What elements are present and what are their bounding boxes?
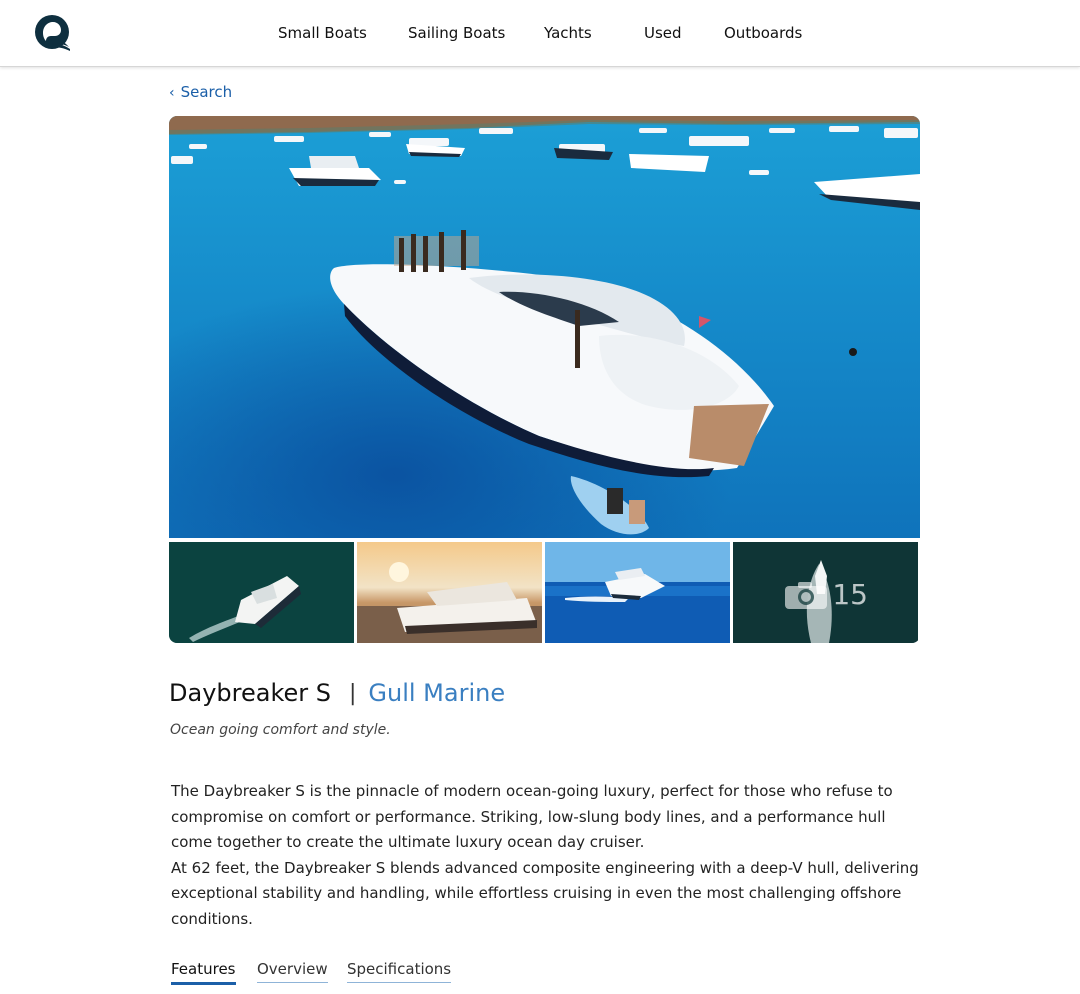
nav-sailing-boats[interactable]: Sailing Boats — [408, 24, 505, 42]
tab-overview[interactable]: Overview — [257, 960, 328, 983]
nav-yachts[interactable]: Yachts — [544, 24, 592, 42]
product-title-row: Daybreaker S | Gull Marine — [169, 676, 505, 710]
nav-used[interactable]: Used — [644, 24, 682, 42]
tab-features[interactable]: Features — [171, 960, 236, 985]
description-paragraph-1: The Daybreaker S is the pinnacle of mode… — [171, 782, 893, 852]
gallery-thumbnail-4[interactable]: 15 — [733, 542, 918, 643]
product-tagline: Ocean going comfort and style. — [170, 722, 391, 738]
product-name: Daybreaker S — [169, 679, 331, 707]
title-separator: | — [348, 680, 357, 706]
camera-icon — [785, 581, 828, 609]
chevron-left-icon: ‹ — [169, 85, 175, 101]
back-link-label: Search — [180, 83, 233, 101]
brand-link[interactable]: Gull Marine — [368, 679, 505, 707]
more-photos-overlay[interactable]: 15 — [784, 578, 868, 611]
nav-outboards[interactable]: Outboards — [724, 24, 802, 42]
back-to-search-link[interactable]: ‹ Search — [169, 83, 232, 101]
gallery-thumbnail-2[interactable] — [357, 542, 542, 643]
product-description: The Daybreaker S is the pinnacle of mode… — [171, 779, 931, 933]
photo-gallery: 15 — [169, 116, 920, 643]
description-paragraph-2: At 62 feet, the Daybreaker S blends adva… — [171, 858, 919, 928]
tab-specifications[interactable]: Specifications — [347, 960, 452, 983]
gallery-thumbnail-1[interactable] — [169, 542, 354, 643]
main-nav: Small Boats Sailing Boats Yachts Used Ou… — [0, 24, 1080, 46]
hero-image[interactable] — [169, 116, 920, 538]
site-header: Small Boats Sailing Boats Yachts Used Ou… — [0, 0, 1080, 67]
gallery-thumbnail-3[interactable] — [545, 542, 730, 643]
nav-small-boats[interactable]: Small Boats — [278, 24, 367, 42]
more-photos-count: 15 — [832, 578, 868, 611]
